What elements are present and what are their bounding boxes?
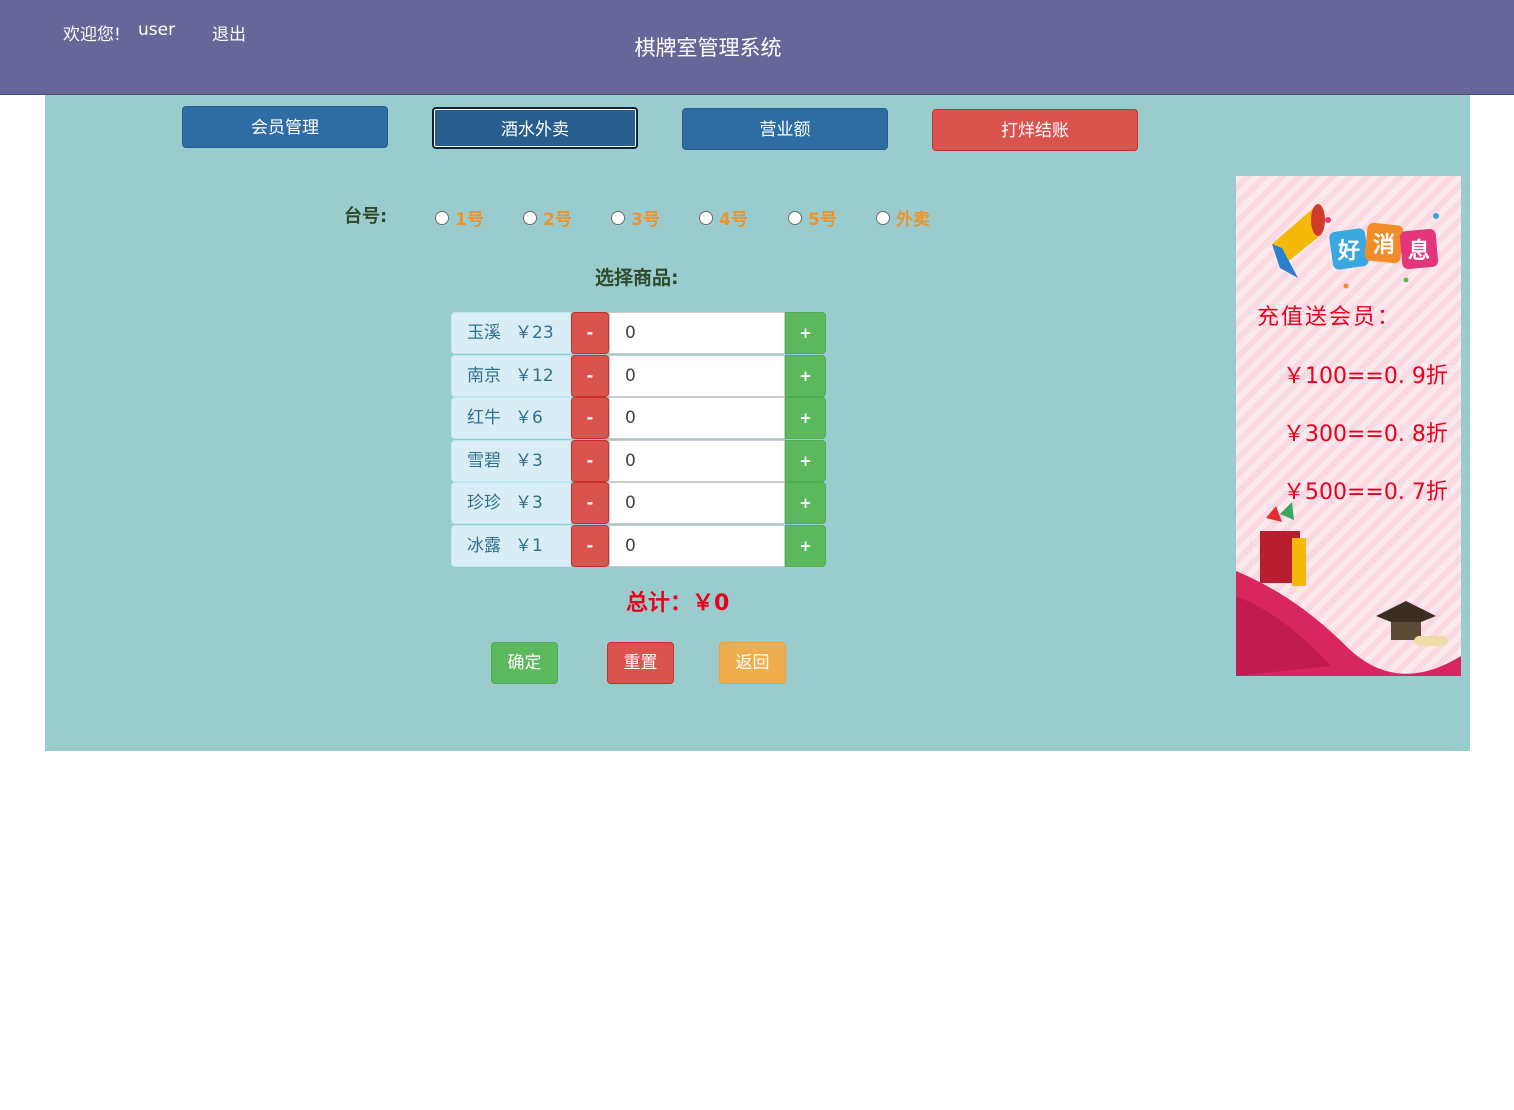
- gift-bag-icon: [1260, 502, 1306, 586]
- headline-char-2: 消: [1373, 233, 1395, 258]
- table-number-label: 台号:: [344, 206, 388, 227]
- product-price: ￥12: [515, 366, 554, 386]
- table-radio-takeout[interactable]: 外卖: [876, 205, 930, 230]
- member-management-button[interactable]: 会员管理: [182, 106, 388, 148]
- quantity-input[interactable]: 0: [609, 397, 785, 439]
- product-label: 冰露 ￥1: [451, 525, 571, 567]
- table-radio-label: 1号: [455, 210, 484, 230]
- decrease-button[interactable]: -: [571, 482, 609, 524]
- product-price: ￥23: [515, 323, 554, 343]
- decrease-button[interactable]: -: [571, 312, 609, 354]
- megaphone-icon: [1272, 204, 1325, 278]
- increase-button[interactable]: +: [785, 355, 826, 397]
- table-radio-label: 3号: [631, 210, 660, 230]
- increase-button[interactable]: +: [785, 312, 826, 354]
- table-radio-4[interactable]: 4号: [699, 205, 748, 230]
- drinks-takeout-button[interactable]: 酒水外卖: [432, 107, 638, 149]
- quantity-input[interactable]: 0: [609, 355, 785, 397]
- table-radio-label: 2号: [543, 210, 572, 230]
- product-row: 冰露 ￥1 - 0 +: [451, 525, 826, 567]
- product-name: 冰露: [467, 536, 501, 556]
- headline-char-3: 息: [1408, 238, 1430, 264]
- table-radio-2[interactable]: 2号: [523, 205, 572, 230]
- back-button[interactable]: 返回: [719, 642, 786, 684]
- product-row: 南京 ￥12 - 0 +: [451, 355, 826, 397]
- radio-circle[interactable]: [435, 210, 449, 225]
- headline-char-1: 好: [1337, 238, 1360, 264]
- product-name: 玉溪: [467, 323, 501, 343]
- promo-title: 充值送会员：: [1257, 305, 1402, 330]
- radio-circle[interactable]: [611, 210, 625, 225]
- product-price: ￥3: [515, 493, 543, 513]
- product-label: 红牛 ￥6: [451, 397, 571, 439]
- table-radio-label: 4号: [719, 210, 748, 230]
- main-panel: 会员管理 酒水外卖 营业额 打烊结账 台号: 1号 2号 3号 4号 5号 外卖…: [45, 95, 1470, 751]
- reset-button[interactable]: 重置: [607, 642, 674, 684]
- confirm-button[interactable]: 确定: [491, 642, 558, 684]
- decrease-button[interactable]: -: [571, 397, 609, 439]
- promo-rate: ￥300==0. 8折: [1283, 422, 1448, 447]
- order-total: 总计：￥0: [626, 591, 730, 616]
- increase-button[interactable]: +: [785, 440, 826, 482]
- product-price: ￥6: [515, 408, 543, 428]
- product-label: 珍珍 ￥3: [451, 482, 571, 524]
- good-news-badge: 好 消 息: [1325, 213, 1439, 289]
- graduation-cap-icon: [1376, 601, 1448, 646]
- table-radio-5[interactable]: 5号: [788, 205, 837, 230]
- decrease-button[interactable]: -: [571, 525, 609, 567]
- quantity-input[interactable]: 0: [609, 482, 785, 524]
- close-checkout-button[interactable]: 打烊结账: [932, 109, 1138, 151]
- revenue-button[interactable]: 营业额: [682, 108, 888, 150]
- product-name: 雪碧: [467, 451, 501, 471]
- radio-circle[interactable]: [876, 210, 890, 225]
- table-radio-label: 5号: [808, 210, 837, 230]
- product-name: 珍珍: [467, 493, 501, 513]
- promo-rate: ￥100==0. 9折: [1283, 364, 1448, 389]
- product-label: 雪碧 ￥3: [451, 440, 571, 482]
- select-product-label: 选择商品:: [595, 267, 679, 289]
- top-header: 欢迎您! user 退出 棋牌室管理系统: [0, 0, 1514, 95]
- promo-banner: 好 消 息 充值送会员： ￥100==0. 9折 ￥300==0. 8折 ￥50…: [1236, 176, 1461, 676]
- product-price: ￥3: [515, 451, 543, 471]
- product-row: 玉溪 ￥23 - 0 +: [451, 312, 826, 354]
- quantity-input[interactable]: 0: [609, 525, 785, 567]
- quantity-input[interactable]: 0: [609, 440, 785, 482]
- table-radio-1[interactable]: 1号: [435, 205, 484, 230]
- quantity-input[interactable]: 0: [609, 312, 785, 354]
- increase-button[interactable]: +: [785, 525, 826, 567]
- table-radio-3[interactable]: 3号: [611, 205, 660, 230]
- radio-circle[interactable]: [523, 210, 537, 225]
- product-row: 珍珍 ￥3 - 0 +: [451, 482, 826, 524]
- promo-rate: ￥500==0. 7折: [1283, 480, 1448, 505]
- product-label: 玉溪 ￥23: [451, 312, 571, 354]
- product-label: 南京 ￥12: [451, 355, 571, 397]
- radio-circle[interactable]: [699, 210, 713, 225]
- decrease-button[interactable]: -: [571, 355, 609, 397]
- table-radio-label: 外卖: [896, 210, 930, 230]
- system-title: 棋牌室管理系统: [634, 36, 782, 60]
- increase-button[interactable]: +: [785, 397, 826, 439]
- product-name: 南京: [467, 366, 501, 386]
- product-row: 红牛 ￥6 - 0 +: [451, 397, 826, 439]
- product-row: 雪碧 ￥3 - 0 +: [451, 440, 826, 482]
- product-name: 红牛: [467, 408, 501, 428]
- decrease-button[interactable]: -: [571, 440, 609, 482]
- increase-button[interactable]: +: [785, 482, 826, 524]
- product-price: ￥1: [515, 536, 543, 556]
- radio-circle[interactable]: [788, 210, 802, 225]
